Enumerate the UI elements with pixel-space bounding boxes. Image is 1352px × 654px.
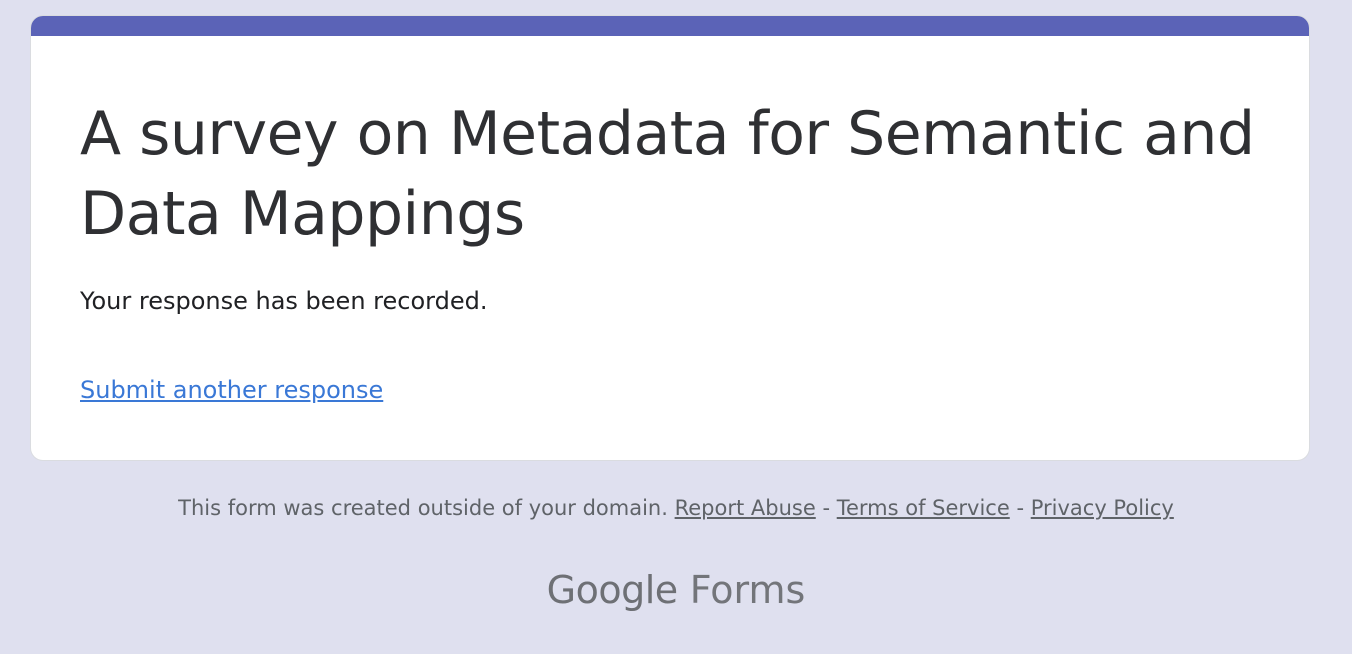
confirmation-message: Your response has been recorded.: [80, 287, 488, 315]
terms-of-service-link[interactable]: Terms of Service: [837, 496, 1010, 520]
form-title: A survey on Metadata for Semantic and Da…: [80, 99, 1255, 249]
footer-separator: -: [1016, 496, 1025, 520]
card-accent-bar: [31, 16, 1309, 36]
privacy-policy-link[interactable]: Privacy Policy: [1031, 496, 1174, 520]
google-forms-logo[interactable]: Google Forms: [0, 562, 1352, 618]
report-abuse-link[interactable]: Report Abuse: [675, 496, 816, 520]
footer-separator: -: [822, 496, 831, 520]
footer: This form was created outside of your do…: [0, 490, 1352, 526]
logo-forms-word: Forms: [689, 568, 806, 612]
submit-another-response-link[interactable]: Submit another response: [80, 372, 383, 408]
form-card: A survey on Metadata for Semantic and Da…: [31, 16, 1309, 460]
logo-google-word: Google: [546, 568, 679, 612]
footer-notice: This form was created outside of your do…: [178, 496, 668, 520]
